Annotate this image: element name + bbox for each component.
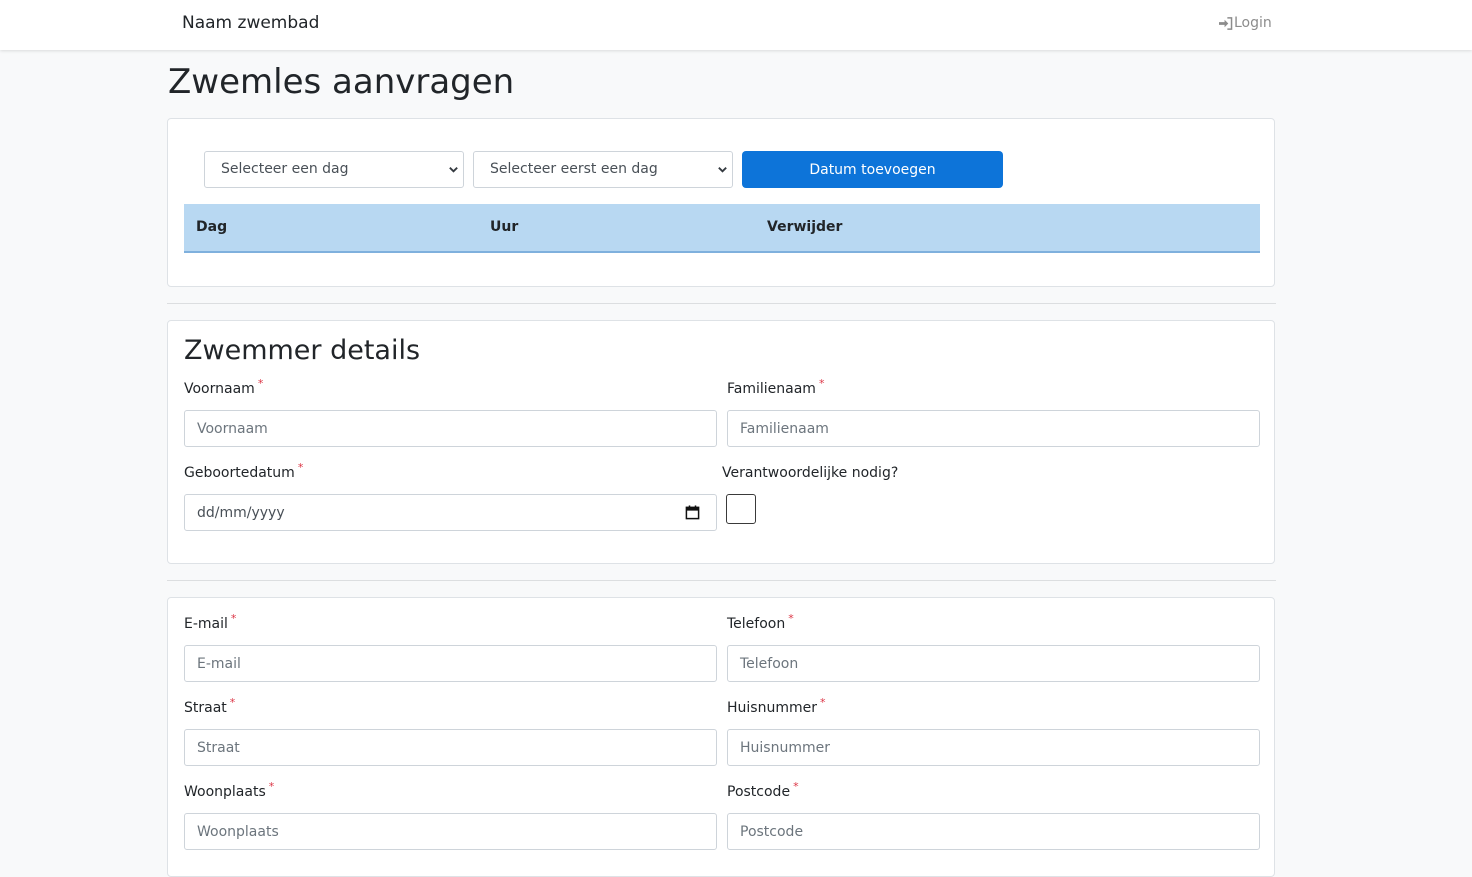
postcode-label: Postcode *: [727, 780, 799, 800]
required-marker: *: [788, 612, 794, 625]
column-header-day: Dag: [196, 219, 228, 235]
page-title: Zwemles aanvragen: [168, 62, 515, 102]
required-marker: *: [793, 780, 799, 793]
column-header-hour: Uur: [490, 219, 519, 235]
calendar-icon[interactable]: [685, 505, 700, 520]
chevron-down-icon: [449, 167, 458, 173]
swimmer-details-card: Zwemmer details Voornaam * Voornaam Famil…: [167, 320, 1275, 564]
first-name-input[interactable]: Voornaam: [184, 410, 717, 447]
birthdate-input[interactable]: dd/mm/yyyy: [184, 494, 717, 531]
required-marker: *: [230, 612, 237, 625]
email-label: E-mail *: [184, 612, 236, 632]
phone-input[interactable]: Telefoon: [727, 645, 1260, 682]
navbar: Naam zwembad Login: [0, 0, 1472, 50]
phone-label-text: Telefoon: [727, 616, 786, 632]
login-label: Login: [1234, 15, 1272, 31]
street-label: Straat *: [184, 696, 235, 716]
required-marker: *: [818, 377, 825, 390]
add-date-button[interactable]: Datum toevoegen: [742, 151, 1003, 188]
birthdate-label: Geboortedatum *: [184, 461, 303, 481]
city-input[interactable]: Woonplaats: [184, 813, 717, 850]
login-link[interactable]: Login: [1218, 15, 1272, 31]
email-input[interactable]: E-mail: [184, 645, 717, 682]
hour-select[interactable]: Selecteer eerst een dag: [473, 151, 733, 188]
required-marker: *: [257, 377, 264, 390]
house-number-input[interactable]: Huisnummer: [727, 729, 1260, 766]
divider: [167, 303, 1276, 304]
required-marker: *: [229, 696, 236, 709]
day-select-value: Selecteer een dag: [221, 161, 349, 177]
brand-link[interactable]: Naam zwembad: [182, 13, 319, 33]
street-label-text: Straat: [184, 700, 227, 716]
required-marker: *: [268, 780, 275, 793]
house-number-label: Huisnummer *: [727, 696, 825, 716]
contact-card: E-mail * E-mail Telefoon * Telefoon Straat…: [167, 597, 1275, 877]
sign-in-icon: [1219, 16, 1233, 30]
last-name-input[interactable]: Familienaam: [727, 410, 1260, 447]
birthdate-label-text: Geboortedatum: [184, 465, 295, 481]
chevron-down-icon: [718, 167, 727, 173]
first-name-label-text: Voornaam: [184, 381, 255, 397]
required-marker: *: [297, 461, 304, 474]
city-label-text: Woonplaats: [184, 784, 266, 800]
city-label: Woonplaats *: [184, 780, 274, 800]
required-marker: *: [819, 696, 826, 709]
email-label-text: E-mail: [184, 616, 228, 632]
divider: [167, 580, 1276, 581]
guardian-checkbox[interactable]: [726, 494, 756, 524]
house-number-label-text: Huisnummer: [727, 700, 817, 716]
street-input[interactable]: Straat: [184, 729, 717, 766]
day-select[interactable]: Selecteer een dag: [204, 151, 464, 188]
last-name-label: Familienaam *: [727, 377, 824, 397]
postcode-input[interactable]: Postcode: [727, 813, 1260, 850]
last-name-label-text: Familienaam: [727, 381, 816, 397]
phone-label: Telefoon *: [727, 612, 794, 632]
hour-select-value: Selecteer eerst een dag: [490, 161, 658, 177]
schedule-card: Selecteer een dag Selecteer eerst een da…: [167, 118, 1275, 287]
guardian-label: Verantwoordelijke nodig?: [722, 465, 899, 481]
birthdate-value: dd/mm/yyyy: [197, 505, 285, 521]
postcode-label-text: Postcode: [727, 784, 791, 800]
column-header-delete: Verwijder: [767, 219, 843, 235]
schedule-table-header: Dag Uur Verwijder: [184, 204, 1260, 253]
first-name-label: Voornaam *: [184, 377, 263, 397]
section-title: Zwemmer details: [184, 335, 421, 366]
